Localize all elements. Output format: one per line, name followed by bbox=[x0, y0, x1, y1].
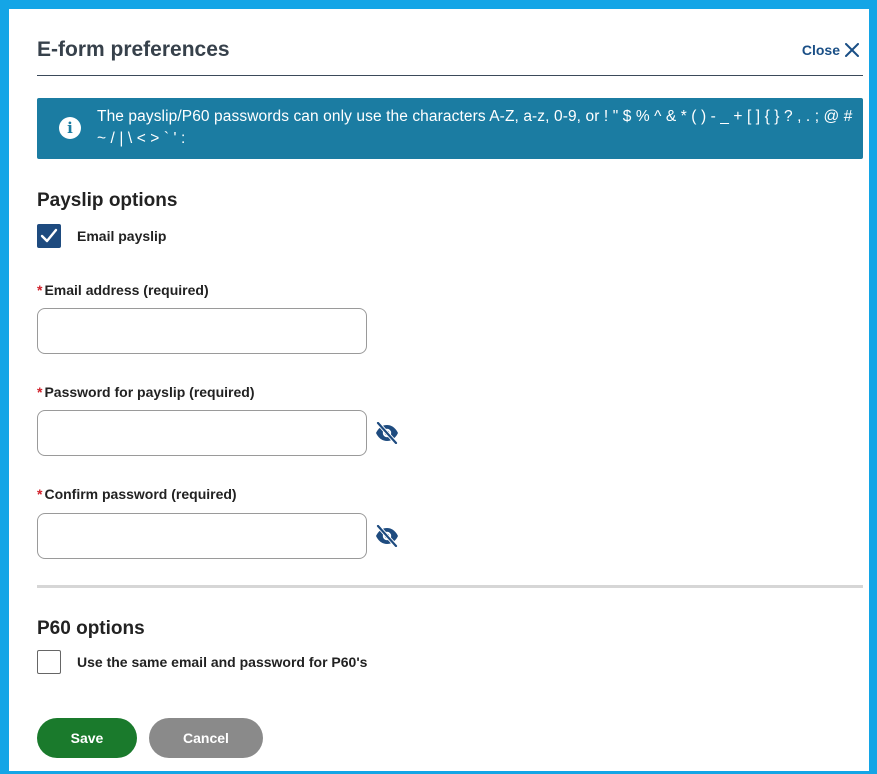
dialog-title: E-form preferences bbox=[37, 38, 230, 61]
save-button[interactable]: Save bbox=[37, 718, 137, 758]
close-label: Close bbox=[801, 42, 840, 58]
required-marker: * bbox=[37, 486, 43, 502]
close-icon bbox=[845, 43, 859, 57]
password-input[interactable] bbox=[37, 410, 367, 456]
section-divider bbox=[37, 585, 863, 588]
checkmark-icon bbox=[40, 228, 58, 243]
dialog-header: E-form preferences Close bbox=[37, 18, 863, 76]
required-marker: * bbox=[37, 282, 43, 298]
required-marker: * bbox=[37, 384, 43, 400]
payslip-options-heading: Payslip options bbox=[37, 190, 178, 211]
cancel-button[interactable]: Cancel bbox=[149, 718, 263, 758]
same-credentials-row[interactable]: Use the same email and password for P60'… bbox=[37, 650, 367, 674]
alert-text: The payslip/P60 passwords can only use t… bbox=[97, 108, 853, 147]
close-button[interactable]: Close bbox=[802, 42, 859, 58]
confirm-password-label-text: Confirm password (required) bbox=[44, 486, 237, 502]
password-label: * Password for payslip (required) bbox=[37, 384, 255, 400]
email-payslip-row[interactable]: Email payslip bbox=[37, 224, 166, 248]
info-icon: i bbox=[59, 117, 81, 139]
email-address-label: * Email address (required) bbox=[37, 282, 209, 298]
email-address-input[interactable] bbox=[37, 308, 367, 354]
email-payslip-label: Email payslip bbox=[77, 228, 167, 244]
confirm-password-label: * Confirm password (required) bbox=[37, 486, 237, 502]
email-address-label-text: Email address (required) bbox=[44, 282, 209, 298]
email-payslip-checkbox[interactable] bbox=[37, 224, 61, 248]
same-credentials-checkbox[interactable] bbox=[37, 650, 61, 674]
password-label-text: Password for payslip (required) bbox=[44, 384, 255, 400]
same-credentials-label: Use the same email and password for P60'… bbox=[77, 654, 368, 670]
p60-options-heading: P60 options bbox=[37, 618, 145, 639]
eye-slash-icon[interactable] bbox=[374, 422, 400, 444]
password-rules-alert: i The payslip/P60 passwords can only use… bbox=[37, 98, 863, 159]
eform-preferences-dialog: E-form preferences Close i The payslip/P… bbox=[37, 18, 863, 758]
confirm-password-input[interactable] bbox=[37, 513, 367, 559]
eye-slash-icon[interactable] bbox=[374, 525, 400, 547]
